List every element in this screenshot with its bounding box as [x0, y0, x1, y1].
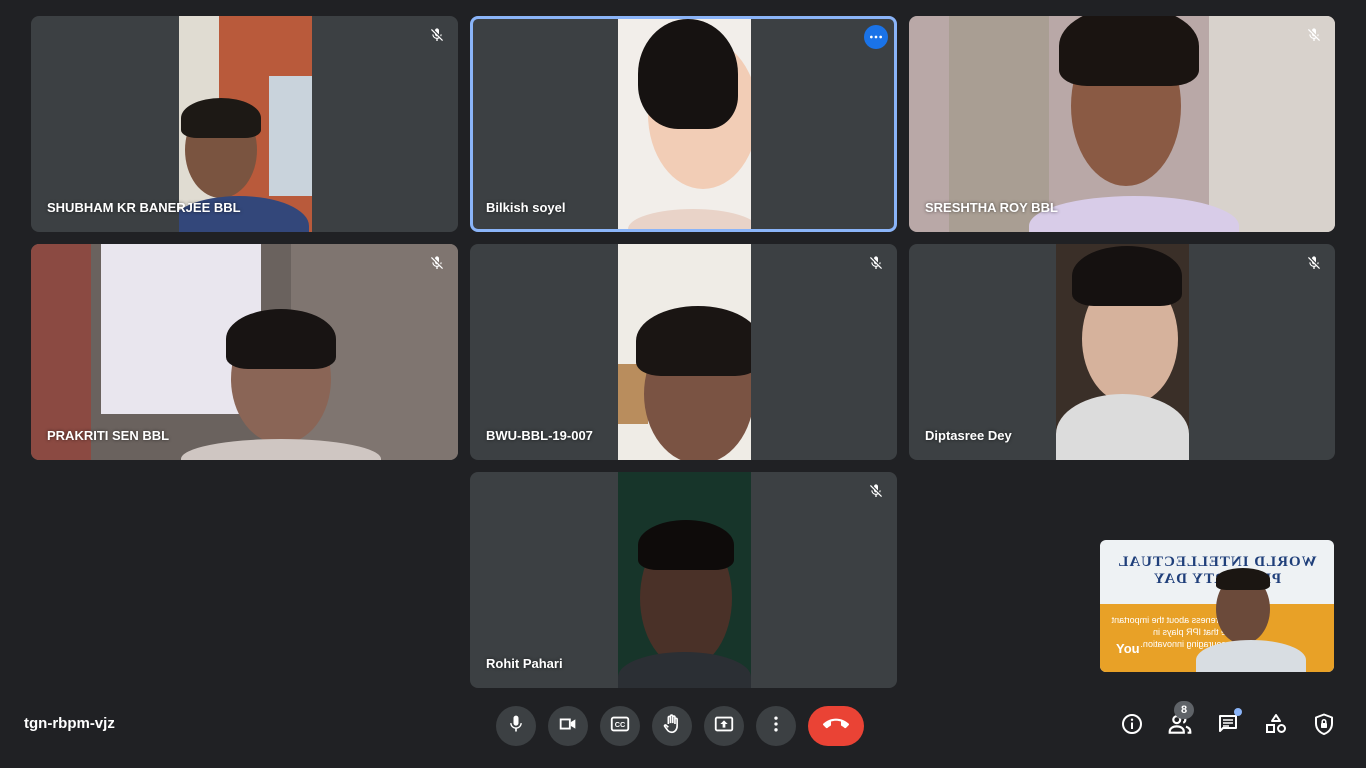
participant-name: PRAKRITI SEN BBL [47, 428, 170, 443]
self-view[interactable]: WORLD INTELLECTUAL PROPERTY DAY Awarenes… [1100, 540, 1334, 672]
participant-name: BWU-BBL-19-007 [486, 428, 593, 443]
participant-video [617, 19, 751, 229]
participant-tile-active[interactable]: Bilkish soyel [470, 16, 897, 232]
people-button[interactable]: 8 [1164, 701, 1196, 742]
present-screen-icon [713, 713, 735, 740]
participant-tile[interactable]: SHUBHAM KR BANERJEE BBL [31, 16, 458, 232]
mic-icon [506, 714, 526, 739]
svg-text:CC: CC [615, 720, 626, 729]
call-end-icon [822, 711, 849, 742]
participant-video [1056, 244, 1189, 460]
participant-tile[interactable]: Diptasree Dey [909, 244, 1335, 460]
activities-button[interactable] [1260, 710, 1292, 742]
participant-name: Diptasree Dey [925, 428, 1012, 443]
participant-tile[interactable]: SRESHTHA ROY BBL [909, 16, 1335, 232]
closed-caption-icon: CC [609, 713, 631, 740]
mic-off-icon [865, 252, 887, 274]
leave-call-button[interactable] [808, 706, 864, 746]
info-icon [1120, 712, 1144, 741]
participant-name: SHUBHAM KR BANERJEE BBL [47, 200, 241, 215]
more-options-button[interactable] [756, 706, 796, 746]
mic-off-icon [1303, 24, 1325, 46]
mic-off-icon [426, 252, 448, 274]
microphone-button[interactable] [496, 706, 536, 746]
unread-dot [1234, 708, 1242, 716]
host-controls-button[interactable] [1308, 710, 1340, 742]
camera-button[interactable] [548, 706, 588, 746]
participant-name: Rohit Pahari [486, 656, 563, 671]
self-view-label: You [1116, 641, 1140, 656]
meeting-code[interactable]: tgn-rbpm-vjz [24, 715, 115, 732]
self-video-hair [1216, 568, 1270, 590]
participant-tile[interactable]: PRAKRITI SEN BBL [31, 244, 458, 460]
shapes-icon [1264, 712, 1288, 741]
mic-off-icon [865, 480, 887, 502]
mic-off-icon [426, 24, 448, 46]
participant-video [617, 244, 751, 460]
participant-name: SRESHTHA ROY BBL [925, 200, 1058, 215]
participant-tile[interactable]: Rohit Pahari [470, 472, 897, 688]
hand-icon [661, 713, 683, 740]
mic-off-icon [1303, 252, 1325, 274]
participant-tile[interactable]: BWU-BBL-19-007 [470, 244, 897, 460]
self-video-body [1196, 640, 1306, 672]
meeting-details-button[interactable] [1116, 710, 1148, 742]
chat-button[interactable] [1212, 708, 1244, 742]
raise-hand-button[interactable] [652, 706, 692, 746]
videocam-icon [557, 713, 579, 740]
present-button[interactable] [704, 706, 744, 746]
more-vert-icon [766, 714, 786, 739]
participant-video [617, 472, 751, 688]
bottom-toolbar: tgn-rbpm-vjz CC 8 [0, 696, 1366, 768]
participant-name: Bilkish soyel [486, 200, 566, 215]
more-options-icon[interactable] [864, 25, 888, 49]
shield-lock-icon [1312, 712, 1336, 741]
participant-count-badge: 8 [1174, 701, 1194, 719]
captions-button[interactable]: CC [600, 706, 640, 746]
